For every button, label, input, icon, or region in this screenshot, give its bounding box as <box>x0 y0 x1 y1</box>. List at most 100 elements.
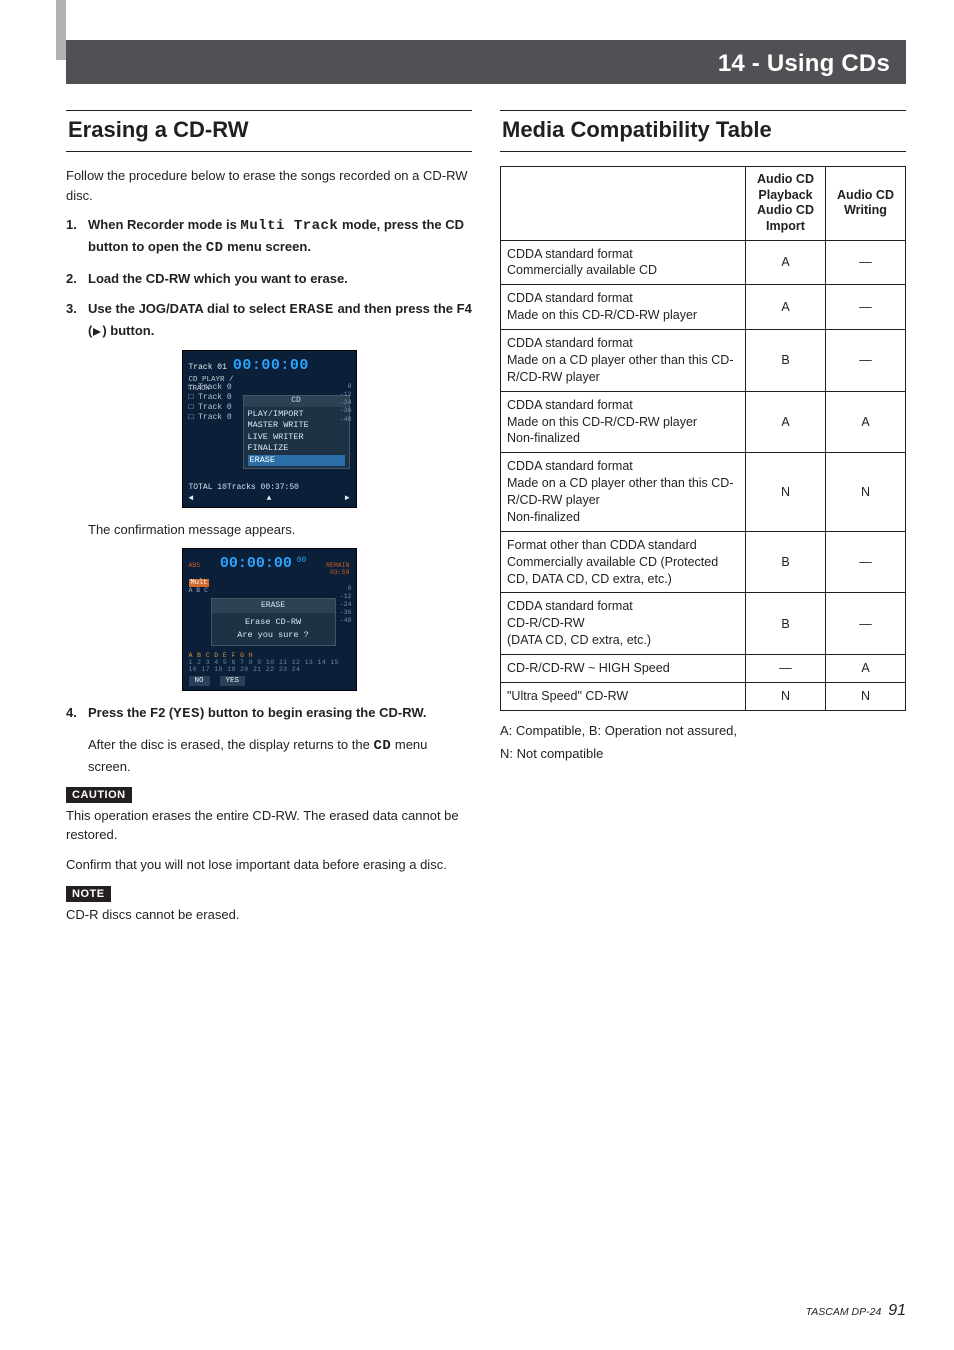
table-row: CDDA standard formatMade on this CD-R/CD… <box>501 285 906 330</box>
note-badge: NOTE <box>66 886 111 902</box>
right-column: Media Compatibility Table Audio CDPlayba… <box>500 110 906 935</box>
step-4-mono: YES <box>173 706 200 722</box>
procedure-steps-cont: Press the F2 (YES) button to begin erasi… <box>66 703 472 725</box>
note-p1: CD-R discs cannot be erased. <box>66 905 472 925</box>
shot1-menu-item-2: LIVE WRITER <box>248 432 345 443</box>
compat-th-writing: Audio CDWriting <box>826 167 906 241</box>
table-row: Format other than CDDA standardCommercia… <box>501 531 906 593</box>
step-3-post: ) button. <box>102 323 154 338</box>
section-title-erasing: Erasing a CD-RW <box>66 110 472 152</box>
step-2-text: Load the CD-RW which you want to erase. <box>88 271 348 286</box>
shot2-tracknums-hot: A B C D E F G H <box>189 652 254 659</box>
compat-writing-val: A <box>826 391 906 453</box>
compat-writing-val: N <box>826 682 906 710</box>
compat-th-blank <box>501 167 746 241</box>
compat-playback-val: B <box>746 531 826 593</box>
device-screenshot-cd-menu: Track 01 00:00:00 CD PLAYR / TRACK □ Tra… <box>182 350 357 508</box>
compat-legend-1: A: Compatible, B: Operation not assured, <box>500 721 906 742</box>
step-3-mono: ERASE <box>289 302 334 318</box>
table-row: CDDA standard formatCD-R/CD-RW(DATA CD, … <box>501 593 906 655</box>
table-row: CD-R/CD-RW ~ HIGH Speed—A <box>501 655 906 683</box>
after-erase-mono: CD <box>373 738 391 754</box>
play-icon <box>93 328 101 336</box>
step-1: When Recorder mode is Multi Track mode, … <box>66 215 472 259</box>
shot1-menu-item-4: ERASE <box>248 455 345 466</box>
step-1-post: menu screen. <box>224 239 311 254</box>
step-4: Press the F2 (YES) button to begin erasi… <box>66 703 472 725</box>
procedure-steps: When Recorder mode is Multi Track mode, … <box>66 215 472 340</box>
shot2-btn-no: NO <box>189 676 210 686</box>
left-column: Erasing a CD-RW Follow the procedure bel… <box>66 110 472 935</box>
shot1-meter-0: 0 <box>340 383 352 391</box>
shot2-mode-badge: Mult <box>189 579 210 587</box>
shot2-dialog-line1: Erase CD-RW <box>212 616 335 629</box>
compat-writing-val: — <box>826 285 906 330</box>
shot1-meter-4: -48 <box>340 416 352 424</box>
compat-writing-val: — <box>826 330 906 392</box>
compat-desc: "Ultra Speed" CD-RW <box>501 682 746 710</box>
compat-desc: CD-R/CD-RW ~ HIGH Speed <box>501 655 746 683</box>
compat-writing-val: N <box>826 453 906 532</box>
chapter-title: 14 - Using CDs <box>718 50 890 78</box>
after-erase-pre: After the disc is erased, the display re… <box>88 737 373 752</box>
caution-p2: Confirm that you will not lose important… <box>66 855 472 875</box>
confirm-msg: The confirmation message appears. <box>66 520 472 540</box>
shot1-list-2: □ Track 0 <box>189 393 232 403</box>
shot1-timecode: 00:00:00 <box>233 357 309 374</box>
shot2-remain-val: 03:59 <box>330 569 350 576</box>
shot1-menu-item-1: MASTER WRITE <box>248 420 345 431</box>
step-4-pre: Press the F2 ( <box>88 705 173 720</box>
compat-desc: CDDA standard formatCD-R/CD-RW(DATA CD, … <box>501 593 746 655</box>
step-1-mono2: CD <box>206 240 224 256</box>
table-row: CDDA standard formatMade on a CD player … <box>501 330 906 392</box>
shot2-meter-2: -24 <box>340 601 352 609</box>
compat-playback-val: B <box>746 593 826 655</box>
shot2-btn-yes: YES <box>220 676 246 686</box>
compat-writing-val: — <box>826 593 906 655</box>
shot2-dialog-title: ERASE <box>212 599 335 613</box>
content-columns: Erasing a CD-RW Follow the procedure bel… <box>66 110 906 935</box>
section-title-compat: Media Compatibility Table <box>500 110 906 152</box>
compat-playback-val: N <box>746 453 826 532</box>
shot1-bottom-mid: ▲ <box>267 494 272 503</box>
shot1-meter-3: -36 <box>340 407 352 415</box>
compat-legend-2: N: Not compatible <box>500 744 906 765</box>
chapter-header: 14 - Using CDs <box>66 40 906 84</box>
shot2-meter-4: -48 <box>340 617 352 625</box>
compat-writing-val: — <box>826 240 906 285</box>
table-row: CDDA standard formatCommercially availab… <box>501 240 906 285</box>
compat-th-playback: Audio CDPlaybackAudio CDImport <box>746 167 826 241</box>
caution-badge: CAUTION <box>66 787 132 803</box>
compat-writing-val: A <box>826 655 906 683</box>
shot1-menu-item-3: FINALIZE <box>248 443 345 454</box>
compat-writing-val: — <box>826 531 906 593</box>
shot2-meter-1: -12 <box>340 593 352 601</box>
shot1-total: TOTAL 10Tracks 00:37:50 <box>189 483 350 492</box>
device-screenshot-erase-confirm: ABS 00:00:00 00 REMAIN 03:59 Mult A B C … <box>182 548 357 692</box>
compat-table: Audio CDPlaybackAudio CDImport Audio CDW… <box>500 166 906 711</box>
step-4-post: ) button to begin erasing the CD-RW. <box>200 705 427 720</box>
shot2-remain-label: REMAIN <box>326 562 349 569</box>
shot2-abs: ABS <box>189 562 201 569</box>
page-edge-stripe <box>56 0 66 60</box>
shot1-track-label: Track 01 <box>189 363 227 372</box>
shot2-dialog-line2: Are you sure ? <box>212 629 335 642</box>
shot2-timecode: 00:00:00 <box>220 555 292 572</box>
shot1-list-1: □ Track 0 <box>189 383 232 393</box>
step-1-mono1: Multi Track <box>240 218 338 234</box>
shot1-bottom-right: ► <box>345 494 350 503</box>
step-1-pre: When Recorder mode is <box>88 217 240 232</box>
compat-playback-val: A <box>746 391 826 453</box>
after-erase: After the disc is erased, the display re… <box>66 735 472 777</box>
intro-paragraph: Follow the procedure below to erase the … <box>66 166 472 205</box>
footer-page-number: 91 <box>888 1302 906 1319</box>
table-row: "Ultra Speed" CD-RWNN <box>501 682 906 710</box>
shot1-meter-2: -24 <box>340 399 352 407</box>
shot2-buttons: NO YES <box>189 676 350 686</box>
compat-desc: CDDA standard formatMade on this CD-R/CD… <box>501 285 746 330</box>
shot1-menu: CD PLAY/IMPORT MASTER WRITE LIVE WRITER … <box>243 395 350 469</box>
step-3: Use the JOG/DATA dial to select ERASE an… <box>66 299 472 341</box>
compat-playback-val: B <box>746 330 826 392</box>
compat-tbody: CDDA standard formatCommercially availab… <box>501 240 906 710</box>
compat-playback-val: — <box>746 655 826 683</box>
